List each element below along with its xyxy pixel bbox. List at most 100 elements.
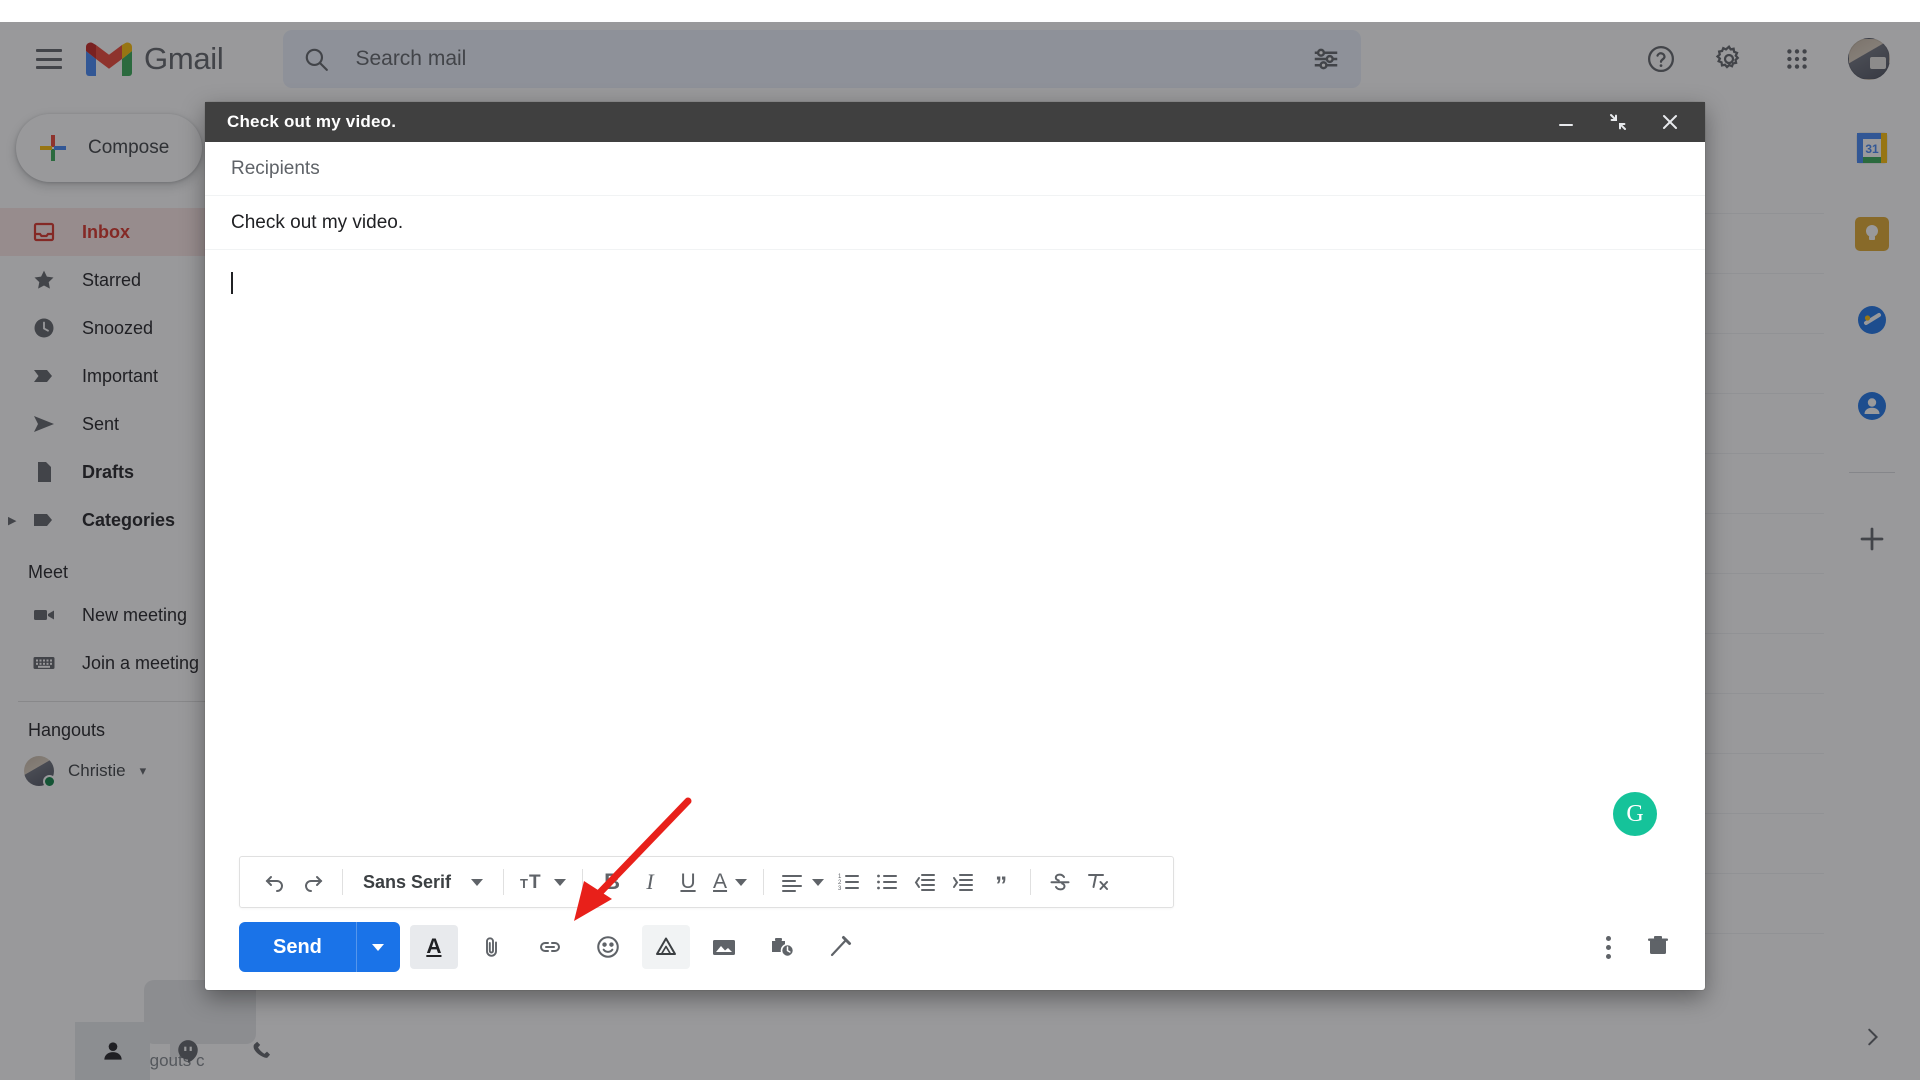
insert-photo-icon[interactable] xyxy=(700,925,748,969)
rail-divider xyxy=(1849,472,1895,473)
grammarly-badge[interactable]: G xyxy=(1613,792,1657,836)
side-panel: 31 xyxy=(1824,96,1920,1080)
avatar[interactable] xyxy=(1848,38,1890,80)
indent-more-icon[interactable] xyxy=(944,863,982,901)
gmail-logo-icon xyxy=(86,42,132,76)
chevron-right-icon[interactable] xyxy=(1861,1026,1883,1054)
italic-button[interactable]: I xyxy=(631,863,669,901)
send-button[interactable]: Send xyxy=(239,922,356,972)
redo-icon[interactable] xyxy=(294,863,332,901)
attach-file-icon[interactable] xyxy=(468,925,516,969)
sidebar-item-label: Important xyxy=(82,365,159,386)
gmail-logo[interactable]: Gmail xyxy=(86,41,224,77)
phone-icon[interactable] xyxy=(225,1022,300,1080)
subject-field[interactable]: Check out my video. xyxy=(205,196,1705,250)
contacts-icon[interactable] xyxy=(75,1022,150,1080)
send-options-button[interactable] xyxy=(355,922,400,972)
search-bar[interactable]: Search mail xyxy=(283,30,1362,88)
bold-button[interactable]: B xyxy=(593,863,631,901)
message-body[interactable] xyxy=(205,250,1705,856)
close-icon[interactable] xyxy=(1659,111,1681,133)
compose-window-controls xyxy=(1555,111,1691,133)
hamburger-menu-icon[interactable] xyxy=(36,49,62,69)
font-family-selector[interactable]: Sans Serif xyxy=(353,872,493,893)
formatting-toolbar: Sans Serif TT B I U A 1 2 3 ” xyxy=(239,856,1174,908)
exit-full-screen-icon[interactable] xyxy=(1607,111,1629,133)
indent-less-icon[interactable] xyxy=(906,863,944,901)
trash-icon[interactable] xyxy=(1645,932,1671,963)
plus-icon[interactable] xyxy=(1852,519,1892,559)
search-input[interactable]: Search mail xyxy=(355,47,1311,71)
minimize-icon[interactable] xyxy=(1555,111,1577,133)
insert-drive-icon[interactable] xyxy=(641,925,690,969)
chevron-right-icon[interactable]: ▶ xyxy=(8,514,16,527)
draft-icon xyxy=(32,460,56,484)
help-icon[interactable] xyxy=(1644,42,1678,76)
svg-text:3: 3 xyxy=(838,886,842,892)
app-header: Gmail Search mail xyxy=(0,22,1920,96)
chevron-down-icon xyxy=(372,943,385,951)
sidebar-item-label: Inbox xyxy=(82,221,130,242)
undo-icon[interactable] xyxy=(256,863,294,901)
sidebar-item-label: Drafts xyxy=(82,461,135,482)
google-apps-grid-icon[interactable] xyxy=(1780,42,1814,76)
chevron-down-icon xyxy=(554,878,567,886)
keyboard-icon xyxy=(32,651,56,675)
numbered-list-icon[interactable]: 123 xyxy=(830,863,868,901)
svg-text:31: 31 xyxy=(1865,142,1879,156)
google-contacts-icon[interactable] xyxy=(1852,386,1892,426)
chevron-down-icon xyxy=(471,878,484,886)
insert-signature-icon[interactable] xyxy=(816,925,864,969)
text-cursor xyxy=(231,272,233,294)
search-options-icon[interactable] xyxy=(1311,44,1341,74)
compose-button[interactable]: Compose xyxy=(16,114,202,182)
sidebar-item-label: Join a meeting xyxy=(82,652,200,673)
compose-label: Compose xyxy=(88,137,170,158)
underline-button[interactable]: U xyxy=(669,863,707,901)
compose-footer: G Sans Serif TT B I U A 1 2 3 ” Send A xyxy=(205,792,1705,990)
toolbar-separator xyxy=(763,869,765,895)
subject-value: Check out my video. xyxy=(231,211,404,233)
confidential-mode-icon[interactable] xyxy=(758,925,806,969)
star-icon xyxy=(32,268,56,292)
bulleted-list-icon[interactable] xyxy=(868,863,906,901)
important-icon xyxy=(32,364,56,388)
toolbar-separator xyxy=(1030,869,1032,895)
status-badge xyxy=(43,775,56,788)
font-size-selector[interactable]: TT xyxy=(514,863,572,901)
inbox-icon xyxy=(32,220,56,244)
align-button[interactable] xyxy=(774,863,830,901)
hangouts-icon[interactable] xyxy=(150,1022,225,1080)
chevron-down-icon xyxy=(812,878,825,886)
remove-formatting-icon[interactable] xyxy=(1079,863,1117,901)
chevron-down-icon xyxy=(735,878,748,886)
toolbar-separator xyxy=(503,869,505,895)
send-icon xyxy=(32,412,56,436)
insert-emoji-icon[interactable] xyxy=(584,925,632,969)
avatar xyxy=(24,756,56,788)
font-family-label: Sans Serif xyxy=(363,871,452,892)
toolbar-separator xyxy=(342,869,343,895)
strikethrough-icon[interactable] xyxy=(1041,863,1079,901)
svg-text:T: T xyxy=(529,872,541,893)
chevron-down-icon[interactable]: ▾ xyxy=(140,763,147,779)
compose-title: Check out my video. xyxy=(227,112,397,131)
google-calendar-icon[interactable]: 31 xyxy=(1852,128,1892,168)
formatting-options-icon[interactable]: A xyxy=(409,925,458,969)
recipients-field[interactable]: Recipients xyxy=(205,142,1705,196)
header-actions xyxy=(1644,38,1920,80)
quote-icon[interactable]: ” xyxy=(982,863,1020,901)
recipients-placeholder: Recipients xyxy=(231,157,320,179)
google-keep-icon[interactable] xyxy=(1852,214,1892,254)
compose-action-row: Send A xyxy=(225,922,1685,972)
more-options-icon[interactable] xyxy=(1606,935,1611,959)
search-icon xyxy=(306,48,329,71)
google-tasks-icon[interactable] xyxy=(1852,300,1892,340)
gear-icon[interactable] xyxy=(1712,42,1746,76)
send-label: Send xyxy=(273,935,322,958)
text-color-button[interactable]: A xyxy=(707,863,753,901)
insert-link-icon[interactable] xyxy=(526,925,574,969)
compose-header[interactable]: Check out my video. xyxy=(205,102,1705,142)
svg-text:T: T xyxy=(520,876,528,891)
